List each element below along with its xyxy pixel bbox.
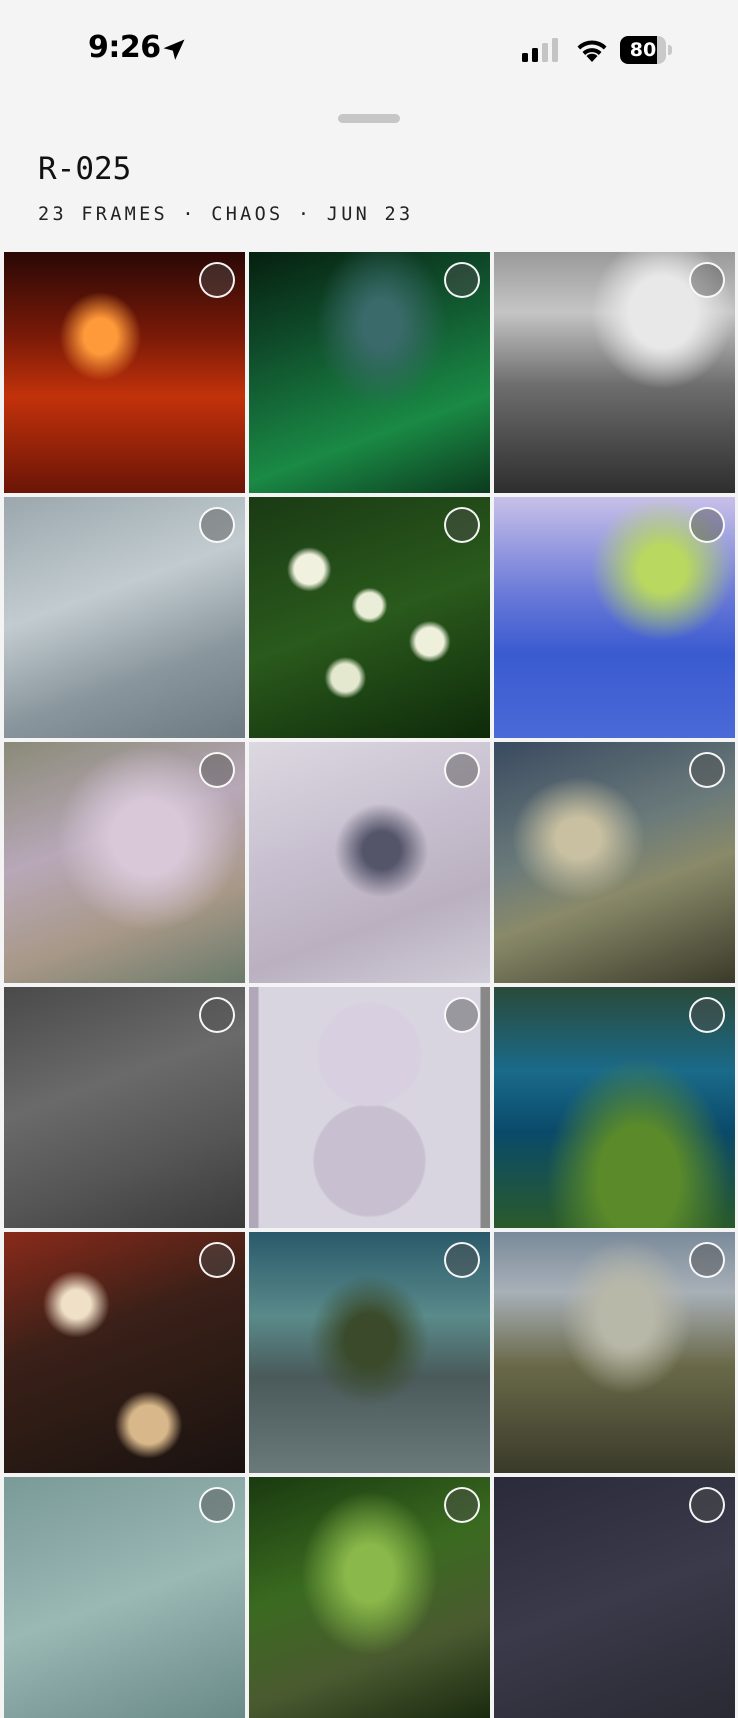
select-circle[interactable] [199,507,235,543]
frame-tile-2[interactable] [249,252,490,493]
select-circle[interactable] [689,1242,725,1278]
frame-tile-4[interactable] [4,497,245,738]
battery-icon: 80 [620,36,672,64]
status-bar: 9:26 80 [0,0,738,100]
sheet-grabber-handle[interactable] [338,114,400,123]
frame-tile-5[interactable] [249,497,490,738]
frame-tile-11[interactable] [249,987,490,1228]
battery-body: 80 [620,36,666,64]
frame-tile-18[interactable] [494,1477,735,1718]
wifi-icon [577,40,607,62]
frame-tile-15[interactable] [494,1232,735,1473]
roll-title: R-025 [38,151,132,187]
cellular-signal-icon [522,38,558,62]
location-arrow-icon [163,39,185,60]
frame-grid [4,252,735,1718]
select-circle[interactable] [444,1242,480,1278]
frame-tile-7[interactable] [4,742,245,983]
battery-cap [668,45,672,55]
select-circle[interactable] [689,997,725,1033]
select-circle[interactable] [199,752,235,788]
select-circle[interactable] [689,1487,725,1523]
frame-tile-6[interactable] [494,497,735,738]
frame-tile-12[interactable] [494,987,735,1228]
frame-tile-8[interactable] [249,742,490,983]
select-circle[interactable] [444,507,480,543]
frame-tile-1[interactable] [4,252,245,493]
select-circle[interactable] [444,1487,480,1523]
select-circle[interactable] [199,262,235,298]
select-circle[interactable] [689,507,725,543]
status-time: 9:26 [88,30,161,65]
select-circle[interactable] [689,262,725,298]
select-circle[interactable] [444,262,480,298]
battery-level: 80 [629,39,657,61]
frame-tile-13[interactable] [4,1232,245,1473]
frame-tile-9[interactable] [494,742,735,983]
roll-subtitle: 23 FRAMES · CHAOS · JUN 23 [38,204,414,225]
frame-tile-10[interactable] [4,987,245,1228]
select-circle[interactable] [689,752,725,788]
frame-tile-3[interactable] [494,252,735,493]
frame-tile-17[interactable] [249,1477,490,1718]
select-circle[interactable] [444,997,480,1033]
select-circle[interactable] [199,1487,235,1523]
frame-tile-16[interactable] [4,1477,245,1718]
select-circle[interactable] [199,997,235,1033]
frame-tile-14[interactable] [249,1232,490,1473]
select-circle[interactable] [199,1242,235,1278]
select-circle[interactable] [444,752,480,788]
